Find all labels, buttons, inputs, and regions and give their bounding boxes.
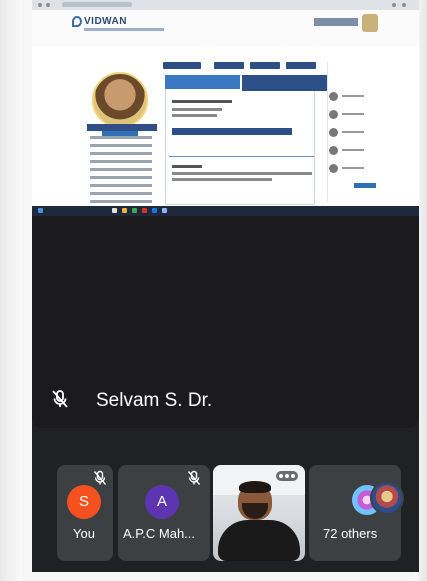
profile-tab <box>214 62 244 69</box>
shared-screen[interactable]: VIDWAN <box>32 0 419 216</box>
related-avatar <box>329 92 338 101</box>
profile-org-text <box>172 114 217 117</box>
profile-panel <box>165 75 315 205</box>
site-logo: VIDWAN <box>84 16 127 27</box>
profile-menu-item <box>90 136 152 139</box>
taskbar-app-icon <box>122 208 127 213</box>
participant-label: A.P.C Mah... <box>123 526 196 541</box>
os-taskbar <box>32 206 419 216</box>
profile-menu-item <box>90 168 152 171</box>
related-name <box>342 167 364 169</box>
mic-off-icon <box>187 470 201 485</box>
profile-name-text <box>172 100 232 103</box>
participant-label: You <box>73 526 95 541</box>
ministry-text <box>314 18 358 26</box>
speaker-name: Selvam S. Dr. <box>96 390 213 411</box>
related-name <box>342 149 364 151</box>
taskbar-app-icon <box>162 208 167 213</box>
profile-photo <box>92 72 148 128</box>
profile-menu-item <box>90 152 152 155</box>
profile-tab <box>163 62 201 69</box>
forward-icon <box>46 3 50 7</box>
taskbar-app-icon <box>132 208 137 213</box>
profile-menu-active <box>87 124 157 131</box>
profile-menu-item <box>90 184 152 187</box>
related-name <box>342 131 364 133</box>
profile-tab <box>286 62 316 69</box>
browser-toolbar <box>32 0 419 10</box>
profile-url-bar <box>172 128 292 135</box>
related-avatar <box>329 110 338 119</box>
profile-panel-header <box>165 75 240 89</box>
vidwan-logo-icon <box>72 16 82 27</box>
profile-stats <box>242 75 327 91</box>
section-divider <box>169 156 314 157</box>
others-count: 72 others <box>323 526 378 541</box>
more-dots-icon[interactable] <box>276 471 298 481</box>
related-name <box>342 113 364 115</box>
device-bezel-left <box>0 0 22 581</box>
section-text <box>172 178 272 181</box>
related-more-button <box>354 183 376 188</box>
emblem-icon <box>362 14 378 32</box>
section-text <box>172 172 312 175</box>
address-bar <box>62 2 132 7</box>
profile-menu-item <box>90 200 152 203</box>
avatar: A <box>145 485 179 519</box>
taskbar-app-icon <box>152 208 157 213</box>
taskbar-app-icon <box>142 208 147 213</box>
related-name <box>342 95 364 97</box>
video-person-body <box>218 520 300 561</box>
speaker-tile[interactable] <box>32 216 419 428</box>
profile-tab <box>250 62 280 69</box>
minimize-icon <box>392 3 396 7</box>
close-icon <box>402 3 406 7</box>
profile-menu-item <box>90 160 152 163</box>
mic-off-icon <box>52 390 68 408</box>
device-frame: VIDWAN Selvam S. Dr. S You A A.P.C Mah..… <box>0 0 427 581</box>
related-avatar <box>329 146 338 155</box>
meeting-window: VIDWAN Selvam S. Dr. S You A A.P.C Mah..… <box>32 0 419 572</box>
related-avatar <box>329 164 338 173</box>
mic-off-icon <box>93 470 107 485</box>
section-heading <box>172 165 202 168</box>
related-avatar <box>329 128 338 137</box>
avatar <box>370 481 404 515</box>
profile-menu-item <box>90 176 152 179</box>
avatar: S <box>67 485 101 519</box>
back-icon <box>38 3 42 7</box>
start-icon <box>38 208 43 213</box>
profile-menu-item <box>90 144 152 147</box>
profile-menu-item <box>90 192 152 195</box>
profile-designation-text <box>172 108 222 111</box>
taskbar-app-icon <box>112 208 117 213</box>
site-tagline <box>84 28 164 31</box>
video-person-hair <box>239 481 271 493</box>
